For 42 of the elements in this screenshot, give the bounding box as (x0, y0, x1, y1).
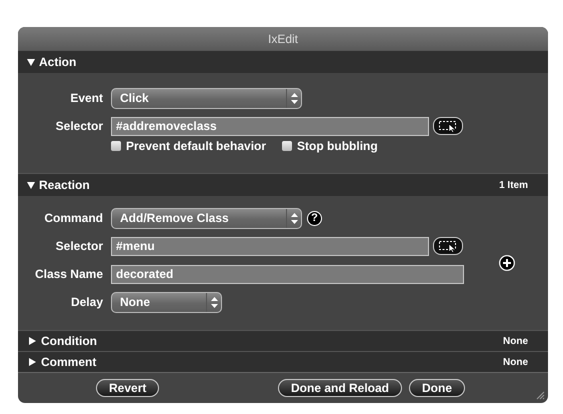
input-field[interactable]: #menu (111, 236, 429, 256)
stepper-arrows-icon (286, 88, 301, 108)
section-title: Reaction (39, 178, 90, 192)
field-label: Selector (54, 239, 104, 253)
element-picker-button[interactable] (433, 237, 463, 255)
dotted-box-cursor-icon (438, 120, 458, 132)
input-field[interactable]: decorated (111, 264, 464, 284)
disclosure-triangle-icon[interactable] (27, 58, 35, 66)
section-title: Action (39, 55, 76, 69)
checkbox[interactable]: Stop bubbling (282, 139, 378, 153)
disclosure-triangle-icon[interactable] (29, 358, 36, 366)
stepper-arrows-icon (206, 292, 221, 312)
section-header[interactable]: Action (18, 50, 548, 73)
section-header[interactable]: Condition None (18, 330, 548, 351)
element-picker-button[interactable] (433, 117, 463, 135)
dotted-box-cursor-icon (438, 240, 458, 252)
field-label: Selector (54, 119, 104, 133)
done-button[interactable]: Done and Reload (278, 379, 402, 397)
section-header[interactable]: Reaction 1 Item (18, 173, 548, 196)
dropdown[interactable]: Add/Remove Class (111, 208, 302, 228)
section-summary: None (503, 356, 528, 368)
add-button[interactable] (499, 255, 515, 271)
stepper-arrows-icon (286, 208, 301, 228)
done-button[interactable]: Done (409, 379, 466, 397)
checkbox[interactable]: Prevent default behavior (111, 139, 266, 153)
field-label: Class Name (34, 267, 104, 281)
section-title: Comment (41, 355, 96, 369)
section-summary: 1 Item (499, 180, 528, 190)
help-button[interactable]: ? (307, 210, 322, 226)
dropdown[interactable]: Click (111, 88, 302, 108)
resize-grip-icon[interactable] (535, 390, 545, 400)
section-summary: None (503, 336, 528, 346)
section-title: Condition (41, 334, 97, 348)
field-label: Delay (70, 295, 104, 309)
section-header[interactable]: Comment None (18, 351, 548, 372)
input-field[interactable]: #addremoveclass (111, 116, 429, 136)
field-label: Event (69, 91, 104, 105)
window-title: IxEdit (268, 32, 298, 46)
revert-button[interactable]: Revert (96, 379, 160, 397)
disclosure-triangle-icon[interactable] (27, 182, 35, 188)
dropdown[interactable]: None (111, 292, 222, 312)
field-label: Command (43, 211, 104, 225)
